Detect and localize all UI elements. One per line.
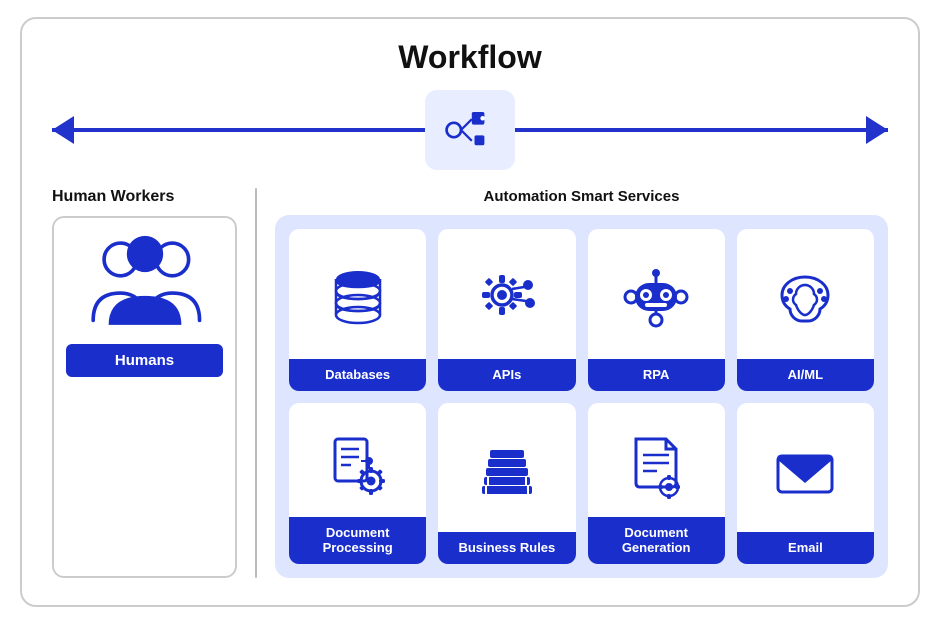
arrow-row [52,90,888,170]
service-card-email: Email [737,403,874,565]
databases-icon [315,241,401,359]
document-generation-label: Document Generation [588,517,725,564]
email-icon [762,415,848,533]
rpa-icon [613,241,699,359]
business-rules-icon [464,415,550,533]
workflow-svg-icon [443,103,497,157]
business-rules-label: Business Rules [438,532,575,564]
content-row: Human Workers Humans [52,188,888,578]
main-container: Workflow Human Worker [20,17,920,607]
service-card-document-generation: Document Generation [588,403,725,565]
service-card-document-processing: Document Processing [289,403,426,565]
service-card-rpa: RPA [588,229,725,391]
apis-icon [464,241,550,359]
document-processing-label: Document Processing [289,517,426,564]
page-title: Workflow [52,39,888,76]
document-processing-icon [315,415,401,517]
apis-label: APIs [438,359,575,391]
document-generation-icon [613,415,699,517]
workflow-icon-box [425,90,515,170]
divider [255,188,257,578]
service-card-aiml: AI/ML [737,229,874,391]
aiml-label: AI/ML [737,359,874,391]
left-panel-title: Human Workers [52,188,237,206]
email-label: Email [737,532,874,564]
service-card-databases: Databases [289,229,426,391]
services-container: Databases [275,215,888,578]
aiml-icon [762,241,848,359]
humans-box: Humans [52,216,237,578]
right-panel: Automation Smart Services [275,188,888,578]
left-panel: Human Workers Humans [52,188,237,578]
humans-icon [85,234,205,334]
databases-label: Databases [289,359,426,391]
service-card-apis: APIs [438,229,575,391]
service-card-business-rules: Business Rules [438,403,575,565]
arrow-right-icon [866,116,888,144]
humans-label: Humans [66,344,223,377]
rpa-label: RPA [588,359,725,391]
arrow-left-icon [52,116,74,144]
right-panel-title: Automation Smart Services [275,188,888,205]
